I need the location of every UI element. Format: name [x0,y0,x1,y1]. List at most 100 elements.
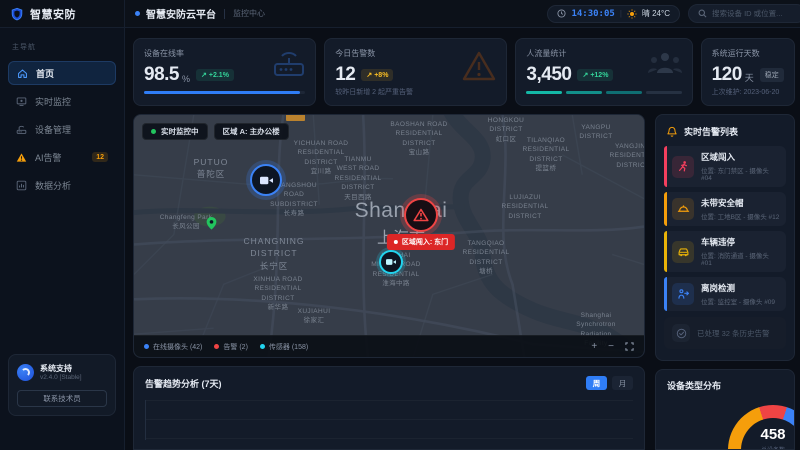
nav-section-label: 主导航 [0,42,124,52]
clock-icon [557,9,566,18]
people-icon [646,49,684,77]
stat-unit: % [182,74,190,86]
home-icon [17,68,28,79]
month-toggle-button[interactable]: 月 [612,376,633,390]
alert-title: 车辆违停 [701,236,780,248]
device-total-label: 总设备数 [761,445,785,450]
stat-card-uptime-days: 系统运行天数 120 天 稳定 上次维护: 2023-06-20 [701,38,795,106]
sidebar-item-label: 数据分析 [35,179,71,192]
zoom-in-button[interactable]: + [591,342,597,352]
map-area-label: HONGKOU DISTRICT 虹口区 [488,116,524,144]
zone-selector-chip[interactable]: 区域 A: 主办公楼 [214,123,289,140]
helmet-icon [672,198,694,220]
legend-alerts: 告警 (2) [214,342,248,352]
camera-marker[interactable] [250,164,282,196]
stat-value: 12 [335,64,355,86]
zoom-out-button[interactable]: − [608,342,614,352]
sidebar-item-devices[interactable]: 设备管理 [8,117,116,141]
breadcrumb: 监控中心 [233,8,265,19]
map-area-label: LUJIAZUI RESIDENTIAL DISTRICT [501,193,548,221]
alert-title: 区域闯入 [701,151,780,163]
support-card: 系统支持 v2.4.0 [Stable] 联系技术员 [8,354,116,416]
map-area-label: PUTUO 普陀区 [194,156,229,181]
cyan-dot-icon [260,344,265,349]
stat-label: 系统运行天数 [712,48,784,59]
map-area-label: CHANGNING DISTRICT 长宁区 [244,235,305,272]
alert-item-intrusion[interactable]: 区域闯入 位置: 东门禁区 - 摄像头 #04 [664,146,786,187]
shield-icon [10,7,24,21]
alert-count-badge: 12 [92,152,108,162]
fullscreen-button[interactable] [625,342,634,351]
alert-item-absence[interactable]: 离岗检测 位置: 监控室 - 摄像头 #09 [664,277,786,311]
video-camera-icon [385,257,397,267]
sidebar-item-analytics[interactable]: 数据分析 [8,173,116,197]
stat-value: 3,450 [526,64,571,86]
map-area-label: YANGJING RESIDENTIAL DISTRICT [609,142,645,170]
week-toggle-button[interactable]: 周 [586,376,607,390]
contact-support-button[interactable]: 联系技术员 [17,390,107,407]
map-legend-bar: 在线摄像头 (42) 告警 (2) 传感器 (158) + − [134,335,644,357]
trend-up-icon: ↗ [582,71,588,79]
alert-dot-icon [394,240,398,244]
warning-triangle-icon [16,152,27,163]
warning-triangle-icon [460,49,498,83]
sidebar-item-label: 设备管理 [35,123,71,136]
search-icon [698,9,707,18]
sensor-marker[interactable] [379,250,403,274]
search-input[interactable] [712,9,796,18]
person-leave-icon [672,283,694,305]
app-brand: 智慧安防 [0,0,125,27]
alert-location: 位置: 东门禁区 - 摄像头 #04 [701,165,780,182]
main-content: 设备在线率 98.5 % ↗+2.1% 今日告警数 12 ↗+8% [125,28,800,450]
traffic-mini-bars [526,91,681,94]
map-area-label: XINHUA ROAD RESIDENTIAL DISTRICT 新华路 [253,275,302,313]
bell-icon [666,126,678,138]
alert-item-illegal-parking[interactable]: 车辆违停 位置: 消防通道 - 摄像头 #01 [664,231,786,272]
version-text: v2.4.0 [Stable] [40,374,82,381]
alert-item-no-helmet[interactable]: 未带安全帽 位置: 工地B区 - 摄像头 #12 [664,192,786,226]
support-logo-icon [17,364,34,381]
device-total-value: 458 [760,427,785,444]
alert-marker[interactable] [404,198,438,232]
blue-dot-icon [144,344,149,349]
search-box[interactable] [688,4,800,23]
stat-value: 98.5 [144,64,179,86]
live-dot-icon [151,129,156,134]
sidebar-item-ai-alerts[interactable]: AI告警 12 [8,145,116,169]
stat-note: 上次维护: 2023-06-20 [712,87,780,97]
support-title: 系统支持 [40,363,82,374]
alert-history-row[interactable]: 已处理 32 条历史告警 [664,317,786,349]
legend-sensors: 传感器 (158) [260,342,308,352]
sidebar-item-label: AI告警 [35,151,62,164]
stat-card-online-rate: 设备在线率 98.5 % ↗+2.1% [133,38,316,106]
history-text: 已处理 32 条历史告警 [697,328,770,339]
sidebar-item-live-monitor[interactable]: 实时监控 [8,89,116,113]
alerts-title: 实时告警列表 [684,125,738,138]
sidebar-item-label: 实时监控 [35,95,71,108]
trend-title: 告警趋势分析 (7天) [145,377,222,390]
app-title: 智慧安防 [30,6,76,22]
sidebar-item-home[interactable]: 首页 [8,61,116,85]
alert-location: 位置: 消防通道 - 摄像头 #01 [701,250,780,267]
map-panel[interactable]: 实时监控中 区域 A: 主办公楼 HONGKOU DISTRICT 虹口区YAN… [133,114,645,358]
stat-value: 120 [712,64,742,86]
map-area-label: YANGPU DISTRICT [579,123,612,142]
platform-title: 智慧安防云平台 [146,6,216,21]
stat-card-alerts-today: 今日告警数 12 ↗+8% 较昨日新增 2 起严重告警 [324,38,507,106]
weather-text: 晴 24°C [642,8,670,19]
delta-chip: ↗+12% [577,69,613,81]
map-area-label: TANGQIAO RESIDENTIAL DISTRICT 塘桥 [462,239,509,277]
topbar: 智慧安防 智慧安防云平台 监控中心 14:30:05 | 晴 24°C [0,0,800,28]
divider: | [620,9,622,18]
running-person-icon [672,156,694,178]
alert-tooltip: 区域闯入: 东门 [387,234,455,250]
stat-unit: 天 [745,71,754,86]
trend-chart-panel: 告警趋势分析 (7天) 周 月 [133,366,645,450]
router-icon [16,124,27,135]
sidebar-item-label: 首页 [36,67,54,80]
device-type-title: 设备类型分布 [667,379,783,392]
clock-time: 14:30:05 [571,9,614,19]
park-pin-icon [205,216,218,231]
alert-triangle-icon [413,208,429,222]
delta-chip: ↗+8% [361,69,393,81]
